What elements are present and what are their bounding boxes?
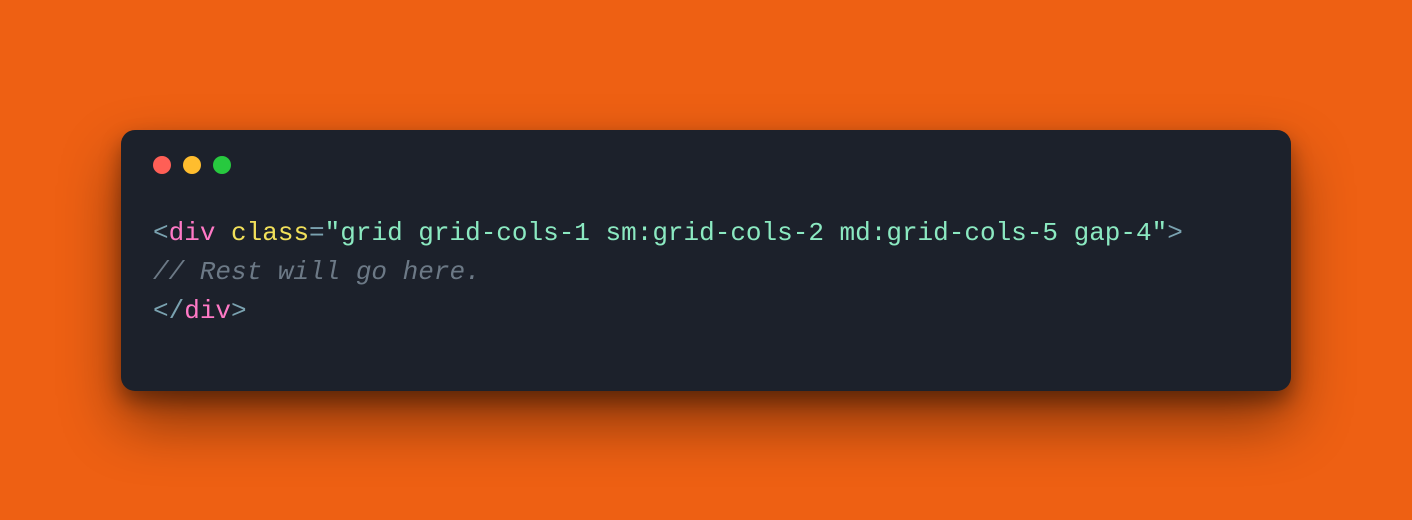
angle-open-slash: </: [153, 296, 184, 326]
attr-class: class: [231, 218, 309, 248]
quote-open: ": [325, 218, 341, 248]
angle-close: >: [231, 296, 247, 326]
code-line-1: <div class="grid grid-cols-1 sm:grid-col…: [153, 218, 1183, 248]
space: [215, 218, 231, 248]
angle-open: <: [153, 218, 169, 248]
code-line-3: </div>: [153, 296, 247, 326]
code-window: <div class="grid grid-cols-1 sm:grid-col…: [121, 130, 1291, 391]
angle-close: >: [1167, 218, 1183, 248]
comment: // Rest will go here.: [153, 257, 481, 287]
maximize-icon[interactable]: [213, 156, 231, 174]
equals: =: [309, 218, 325, 248]
window-controls: [153, 156, 1259, 174]
class-string: grid grid-cols-1 sm:grid-cols-2 md:grid-…: [340, 218, 1151, 248]
code-block: <div class="grid grid-cols-1 sm:grid-col…: [153, 214, 1259, 331]
tag-div-close: div: [184, 296, 231, 326]
tag-div: div: [169, 218, 216, 248]
code-line-2: // Rest will go here.: [153, 257, 481, 287]
close-icon[interactable]: [153, 156, 171, 174]
minimize-icon[interactable]: [183, 156, 201, 174]
quote-close: ": [1152, 218, 1168, 248]
